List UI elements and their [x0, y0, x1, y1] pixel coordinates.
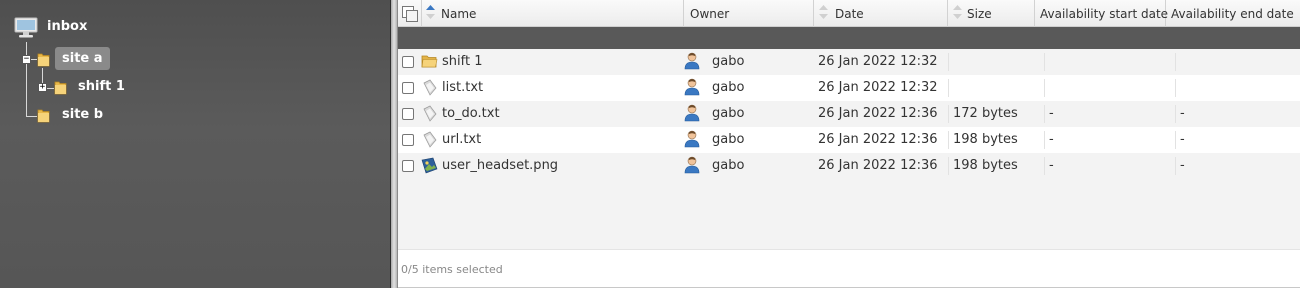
cell-divider	[1044, 105, 1045, 123]
row-availability-start: -	[1049, 132, 1054, 147]
grid-header: Name Owner Date Size Availability start …	[398, 0, 1300, 27]
document-icon	[423, 131, 437, 148]
row-owner: gabo	[712, 158, 745, 173]
column-header-availability-start[interactable]: Availability start date	[1035, 0, 1169, 27]
row-size: 198 bytes	[953, 158, 1018, 173]
select-all-column[interactable]	[398, 0, 422, 27]
column-label-name: Name	[441, 7, 477, 21]
image-file-icon	[421, 157, 438, 174]
folder-icon	[37, 53, 50, 67]
folder-icon	[37, 109, 50, 123]
cell-divider	[948, 105, 949, 123]
folder-tree-panel: inbox − site a + shift 1 site b	[0, 0, 391, 288]
row-name[interactable]: to_do.txt	[442, 101, 500, 127]
column-header-date[interactable]: Date	[814, 0, 948, 27]
column-label-size: Size	[967, 7, 992, 21]
cell-divider	[948, 53, 949, 71]
sort-arrows-icon[interactable]	[426, 5, 435, 19]
column-header-name[interactable]: Name	[422, 0, 684, 27]
row-checkbox[interactable]	[402, 160, 414, 172]
cell-divider	[948, 79, 949, 97]
grid-empty-area	[398, 179, 1300, 249]
row-name[interactable]: list.txt	[442, 75, 483, 101]
row-availability-end: -	[1180, 158, 1185, 173]
cell-divider	[948, 131, 949, 149]
collapse-site-a-toggle[interactable]: −	[22, 55, 31, 64]
document-icon	[423, 105, 437, 122]
user-icon	[684, 52, 700, 70]
column-label-date: Date	[835, 7, 864, 21]
row-availability-end: -	[1180, 132, 1185, 147]
cell-divider	[1175, 157, 1176, 175]
cell-divider	[1044, 131, 1045, 149]
row-name[interactable]: user_headset.png	[442, 153, 558, 179]
row-name[interactable]: shift 1	[442, 49, 482, 75]
row-availability-start: -	[1049, 106, 1054, 121]
cell-divider	[1175, 79, 1176, 97]
file-manager-window: inbox − site a + shift 1 site b Name Own…	[0, 0, 1300, 288]
cell-divider	[1044, 79, 1045, 97]
cell-divider	[1175, 105, 1176, 123]
column-label-owner: Owner	[690, 7, 730, 21]
row-size: 198 bytes	[953, 132, 1018, 147]
row-size: 172 bytes	[953, 106, 1018, 121]
cell-divider	[948, 157, 949, 175]
cell-divider	[1044, 157, 1045, 175]
row-checkbox[interactable]	[402, 134, 414, 146]
panel-splitter[interactable]	[391, 0, 398, 288]
table-row[interactable]: list.txt gabo 26 Jan 2022 12:32	[398, 75, 1300, 101]
tree-node-shift-1[interactable]: shift 1	[78, 79, 125, 94]
table-row[interactable]: url.txt gabo 26 Jan 2022 12:36 198 bytes…	[398, 127, 1300, 153]
row-date: 26 Jan 2022 12:36	[818, 158, 938, 173]
folder-icon	[54, 81, 67, 95]
row-owner: gabo	[712, 80, 745, 95]
table-row[interactable]: user_headset.png gabo 26 Jan 2022 12:36 …	[398, 153, 1300, 179]
table-row[interactable]: shift 1 gabo 26 Jan 2022 12:32	[398, 49, 1300, 75]
column-label-availability-end: Availability end date	[1171, 7, 1294, 21]
tree-node-site-b[interactable]: site b	[62, 107, 103, 122]
row-checkbox[interactable]	[402, 82, 414, 94]
row-owner: gabo	[712, 106, 745, 121]
cell-divider	[1175, 131, 1176, 149]
tree-connector	[26, 116, 37, 117]
row-owner: gabo	[712, 54, 745, 69]
column-label-availability-start: Availability start date	[1040, 7, 1169, 21]
user-icon	[684, 156, 700, 174]
user-icon	[684, 78, 700, 96]
select-all-icon[interactable]	[402, 6, 418, 22]
row-name[interactable]: url.txt	[442, 127, 481, 153]
grid-status-bar: 0/5 items selected	[398, 249, 1300, 287]
table-row[interactable]: to_do.txt gabo 26 Jan 2022 12:36 172 byt…	[398, 101, 1300, 127]
folder-icon	[421, 55, 438, 68]
document-icon	[423, 79, 437, 96]
cell-divider	[1044, 53, 1045, 71]
row-checkbox[interactable]	[402, 56, 414, 68]
row-availability-end: -	[1180, 106, 1185, 121]
user-icon	[684, 130, 700, 148]
row-date: 26 Jan 2022 12:36	[818, 106, 938, 121]
tree-root-inbox[interactable]: inbox	[47, 19, 87, 34]
row-owner: gabo	[712, 132, 745, 147]
file-grid: Name Owner Date Size Availability start …	[398, 0, 1300, 288]
row-date: 26 Jan 2022 12:32	[818, 80, 938, 95]
expand-shift-1-toggle[interactable]: +	[38, 83, 47, 92]
row-date: 26 Jan 2022 12:36	[818, 132, 938, 147]
sort-arrows-icon[interactable]	[819, 5, 828, 19]
tree-node-site-a[interactable]: site a	[55, 47, 110, 70]
column-header-owner[interactable]: Owner	[684, 0, 814, 27]
computer-icon	[14, 17, 38, 38]
cell-divider	[1175, 53, 1176, 71]
row-checkbox[interactable]	[402, 108, 414, 120]
column-header-availability-end[interactable]: Availability end date	[1166, 0, 1300, 27]
sort-arrows-icon[interactable]	[953, 5, 962, 19]
user-icon	[684, 104, 700, 122]
row-availability-start: -	[1049, 158, 1054, 173]
grid-filter-bar	[398, 27, 1300, 49]
row-date: 26 Jan 2022 12:32	[818, 54, 938, 69]
column-header-size[interactable]: Size	[948, 0, 1035, 27]
selection-status: 0/5 items selected	[401, 263, 503, 276]
